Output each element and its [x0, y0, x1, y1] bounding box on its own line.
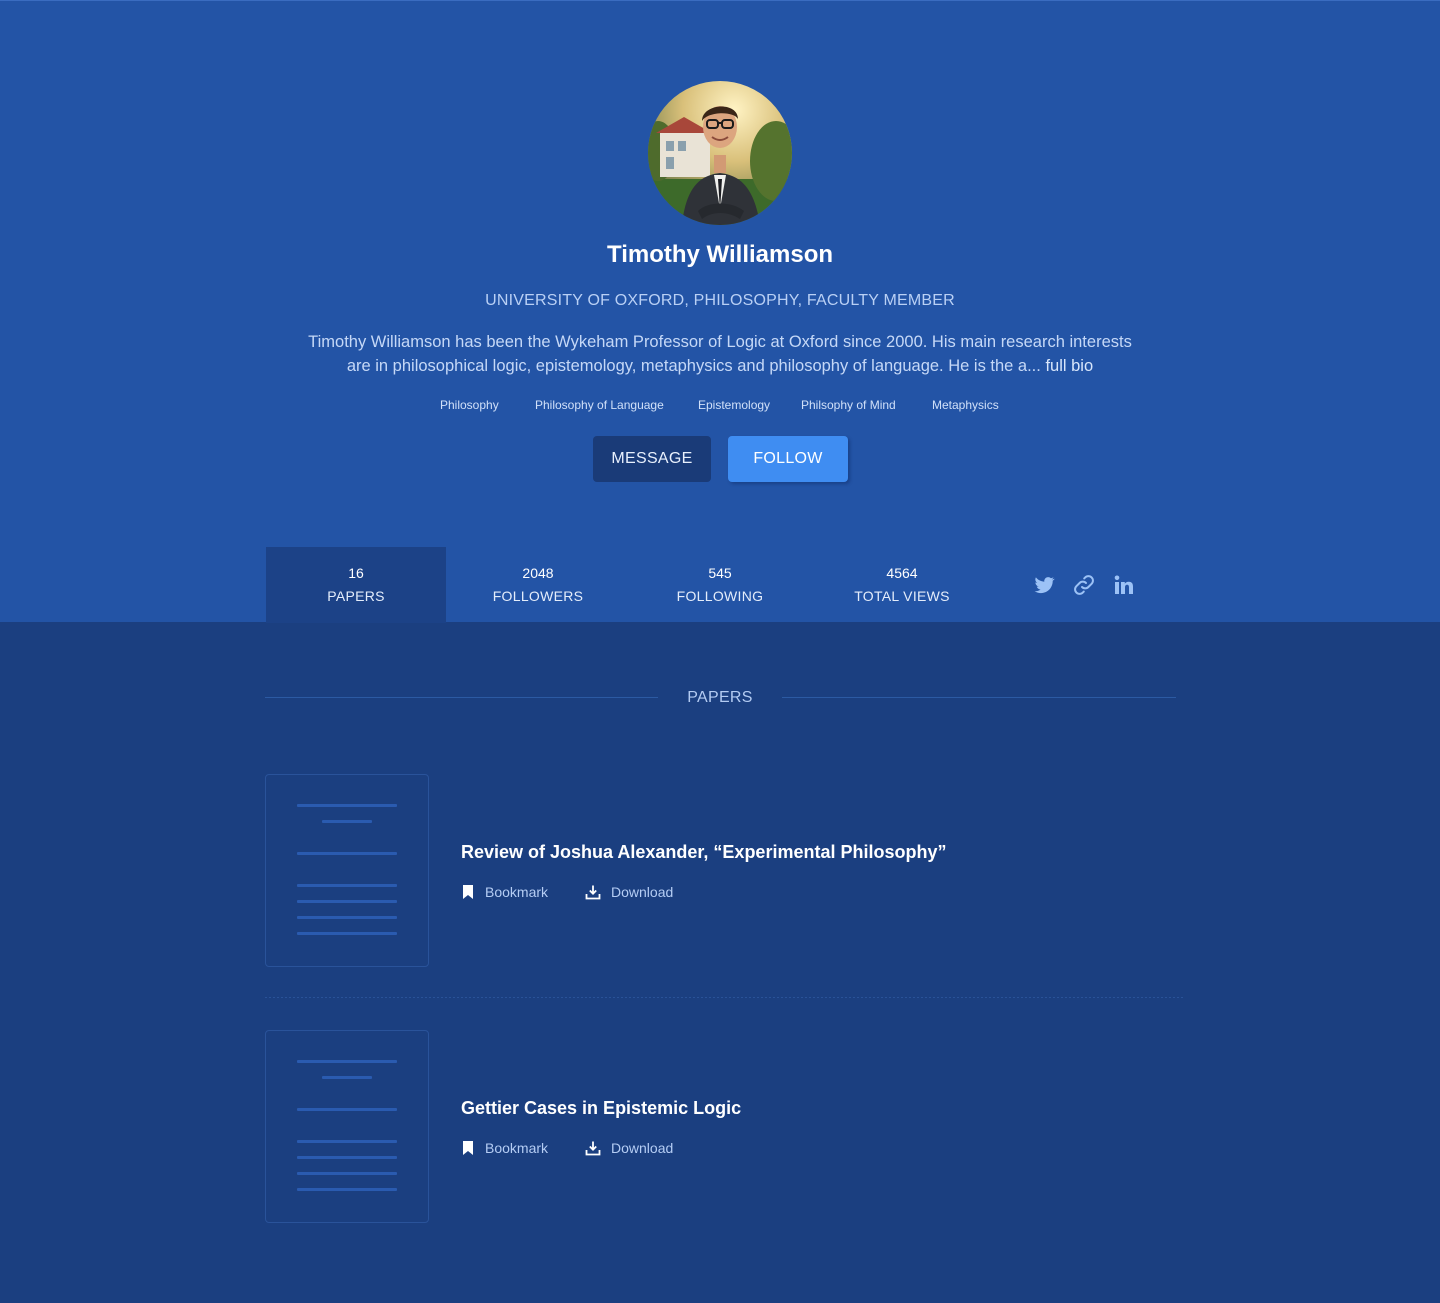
bookmark-icon [463, 885, 473, 899]
paper-item: Review of Joshua Alexander, “Experimenta… [265, 774, 1185, 967]
tab-papers[interactable]: 16 PAPERS [266, 547, 446, 623]
section-rule-right [782, 697, 1176, 698]
bookmark-button[interactable]: Bookmark [461, 1138, 548, 1158]
profile-header: Timothy Williamson UNIVERSITY OF OXFORD,… [0, 0, 1440, 623]
tag-epistemology[interactable]: Epistemology [698, 398, 770, 412]
tag-philosophy-of-language[interactable]: Philosophy of Language [535, 398, 664, 412]
message-button[interactable]: MESSAGE [593, 436, 711, 482]
stat-views-label: TOTAL VIEWS [854, 588, 950, 604]
bio-text-line1: Timothy Williamson has been the Wykeham … [308, 333, 1132, 351]
stat-followers-label: FOLLOWERS [492, 588, 584, 604]
papers-section-title: PAPERS [687, 689, 753, 706]
stat-papers-count: 16 [348, 565, 364, 581]
bookmark-label: Bookmark [485, 884, 549, 900]
bio-text-line2: are in philosophical logic, epistemology… [346, 357, 1041, 375]
full-bio-link[interactable]: full bio [1045, 357, 1093, 375]
stat-following-count: 545 [708, 565, 732, 581]
bookmark-icon [463, 1141, 473, 1155]
paper-divider [265, 997, 1185, 998]
paper-item: Gettier Cases in Epistemic Logic Bookmar… [265, 1030, 1185, 1223]
stat-following-label: FOLLOWING [676, 588, 764, 604]
paper-title[interactable]: Gettier Cases in Epistemic Logic [461, 1098, 741, 1119]
stat-views-count: 4564 [886, 565, 918, 581]
linkedin-icon[interactable] [1112, 573, 1136, 597]
tab-followers[interactable]: 2048 FOLLOWERS [448, 547, 628, 623]
paper-thumbnail[interactable] [265, 1030, 429, 1223]
twitter-icon[interactable] [1032, 573, 1056, 597]
link-icon[interactable] [1072, 573, 1096, 597]
profile-name: Timothy Williamson [606, 241, 834, 268]
stat-followers-count: 2048 [522, 565, 554, 581]
paper-thumbnail[interactable] [265, 774, 429, 967]
tag-philosophy-of-mind[interactable]: Philsophy of Mind [801, 398, 896, 412]
research-tags: Philosophy Philosophy of Language Episte… [0, 398, 1440, 416]
avatar [648, 81, 792, 225]
download-button[interactable]: Download [585, 882, 673, 902]
bookmark-button[interactable]: Bookmark [461, 882, 548, 902]
profile-stats: 16 PAPERS 2048 FOLLOWERS 545 FOLLOWING 4… [266, 547, 994, 623]
tag-philosophy[interactable]: Philosophy [440, 398, 499, 412]
profile-bio: Timothy Williamson has been the Wykeham … [290, 330, 1150, 378]
stat-papers-label: PAPERS [327, 588, 385, 604]
tag-metaphysics[interactable]: Metaphysics [932, 398, 999, 412]
tab-total-views[interactable]: 4564 TOTAL VIEWS [812, 547, 992, 623]
download-icon [585, 1141, 601, 1156]
paper-title[interactable]: Review of Joshua Alexander, “Experimenta… [461, 842, 946, 863]
bookmark-label: Bookmark [485, 1140, 549, 1156]
follow-button[interactable]: FOLLOW [728, 436, 848, 482]
download-label: Download [611, 1140, 674, 1156]
download-icon [585, 885, 601, 900]
tab-following[interactable]: 545 FOLLOWING [630, 547, 810, 623]
download-label: Download [611, 884, 674, 900]
download-button[interactable]: Download [585, 1138, 673, 1158]
profile-affiliation: UNIVERSITY OF OXFORD, PHILOSOPHY, FACULT… [485, 292, 955, 309]
